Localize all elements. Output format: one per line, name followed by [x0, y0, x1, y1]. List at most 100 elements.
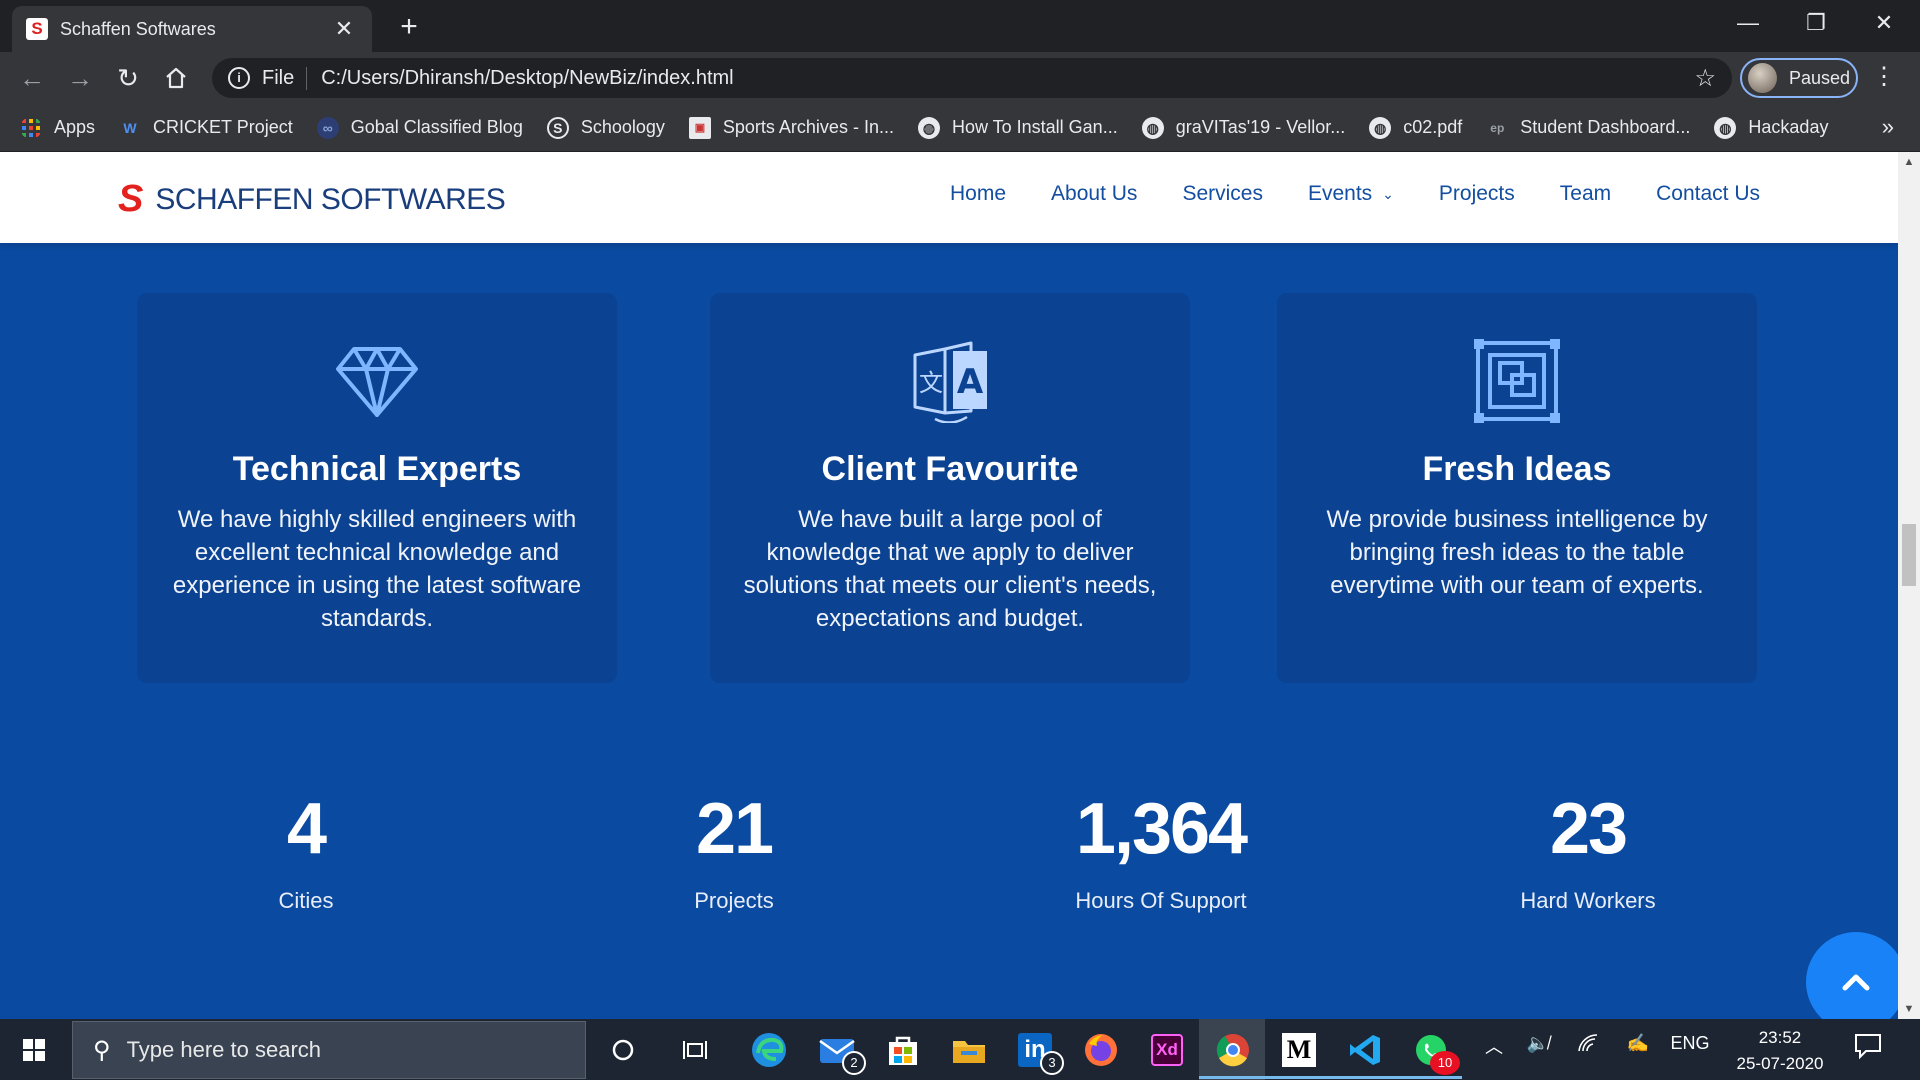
page-scrollbar[interactable]: ▲ ▼ [1898, 152, 1920, 1019]
logo-mark: S [118, 178, 144, 220]
pen-icon[interactable]: ✍ [1626, 1033, 1650, 1054]
nav-team[interactable]: Team [1560, 182, 1611, 206]
nav-services[interactable]: Services [1182, 182, 1263, 206]
feature-title: Technical Experts [232, 450, 522, 488]
browser-window: S Schaffen Softwares ✕ + — ❐ ✕ ← → ↻ i F… [0, 0, 1920, 1080]
bookmarks-bar: Apps W CRICKET Project ∞ Gobal Classifie… [0, 104, 1920, 152]
dashboard-icon: ep [1490, 120, 1505, 135]
notification-center-icon[interactable] [1852, 1033, 1884, 1065]
bookmark-hackaday[interactable]: ◍ Hackaday [1714, 116, 1828, 139]
feature-title: Fresh Ideas [1422, 450, 1612, 488]
stat-label: Hard Workers [1520, 888, 1656, 913]
close-window-button[interactable]: ✕ [1854, 4, 1914, 42]
bookmark-blog[interactable]: ∞ Gobal Classified Blog [316, 116, 523, 139]
stat-label: Cities [278, 888, 334, 913]
stat-item: 1,364 Hours Of Support [1011, 788, 1311, 914]
whatsapp-icon[interactable]: 10 [1410, 1029, 1460, 1075]
address-bar[interactable]: i File C:/Users/Dhiransh/Desktop/NewBiz/… [212, 58, 1732, 98]
whatsapp-running-indicator [1396, 1076, 1462, 1079]
windows-start-icon[interactable] [10, 1029, 58, 1071]
nav-events[interactable]: Events ⌄ [1308, 182, 1394, 206]
globe-icon: ◍ [917, 116, 940, 139]
tab-strip: S Schaffen Softwares ✕ + — ❐ ✕ [0, 0, 1920, 52]
globe-icon: ◍ [1141, 116, 1164, 139]
browser-tab[interactable]: S Schaffen Softwares ✕ [12, 6, 372, 52]
stat-value: 4 [286, 789, 327, 869]
adobe-xd-label: Xd [1151, 1034, 1183, 1066]
profile-button[interactable]: Paused [1740, 58, 1858, 98]
feature-description: We have built a large pool of knowledge … [743, 506, 1157, 632]
bookmark-schoology[interactable]: S Schoology [546, 116, 665, 139]
clock-time: 23:52 [1758, 1028, 1802, 1047]
bookmark-label: CRICKET Project [153, 117, 293, 137]
store-icon[interactable] [882, 1029, 924, 1071]
tab-close-icon[interactable]: ✕ [330, 16, 358, 42]
taskbar-search[interactable]: ⚲ Type here to search [72, 1021, 586, 1079]
more-bookmarks-icon[interactable]: » [1882, 114, 1894, 140]
main-nav: Home About Us Services Events ⌄ Projects… [905, 182, 1760, 206]
search-placeholder: Type here to search [126, 1037, 322, 1062]
site-logo[interactable]: S SCHAFFEN SOFTWARES [118, 178, 506, 221]
bookmark-label: Gobal Classified Blog [350, 117, 523, 137]
tray-chevron-up-icon[interactable]: ︿ [1482, 1033, 1506, 1059]
vscode-icon[interactable] [1344, 1029, 1386, 1071]
bookmark-star-icon[interactable]: ☆ [1694, 64, 1716, 93]
edge-icon[interactable] [748, 1029, 790, 1071]
diamond-icon [336, 347, 418, 417]
scroll-down-icon[interactable]: ▼ [1898, 999, 1920, 1019]
bookmark-label: c02.pdf [1403, 117, 1463, 137]
file-explorer-icon[interactable] [948, 1029, 990, 1071]
medium-icon[interactable]: M [1278, 1029, 1320, 1071]
nav-about-us[interactable]: About Us [1051, 182, 1137, 206]
bookmark-label: Apps [54, 117, 96, 137]
bookmark-cricket[interactable]: W CRICKET Project [119, 117, 293, 139]
stat-item: 21 Projects [584, 788, 884, 914]
windows-taskbar: ⚲ Type here to search 2 in 3 Xd M 10 ︿ 🔈… [0, 1019, 1920, 1080]
url-text[interactable]: C:/Users/Dhiransh/Desktop/NewBiz/index.h… [321, 67, 1694, 90]
chrome-icon[interactable] [1212, 1029, 1254, 1071]
network-icon[interactable] [1576, 1033, 1600, 1058]
volume-muted-icon[interactable]: 🔈̸ [1526, 1033, 1550, 1054]
bookmark-gan[interactable]: ◍ How To Install Gan... [917, 116, 1118, 139]
bookmark-apps[interactable]: Apps [20, 117, 95, 139]
home-icon[interactable] [158, 60, 194, 96]
cortana-icon[interactable] [602, 1029, 644, 1071]
language-indicator[interactable]: ENG [1670, 1033, 1710, 1054]
stat-label: Hours Of Support [1075, 888, 1247, 913]
svg-text:文: 文 [919, 369, 943, 397]
taskbar-clock[interactable]: 23:52 25-07-2020 [1718, 1025, 1842, 1077]
frame-icon [1474, 339, 1560, 423]
site-header: S SCHAFFEN SOFTWARES Home About Us Servi… [0, 152, 1898, 243]
linkedin-icon[interactable]: in 3 [1014, 1029, 1064, 1075]
firefox-icon[interactable] [1080, 1029, 1122, 1071]
restore-button[interactable]: ❐ [1786, 4, 1846, 42]
scroll-up-icon[interactable]: ▲ [1898, 152, 1920, 172]
bookmark-gravitas[interactable]: ◍ graVITas'19 - Vellor... [1141, 116, 1345, 139]
reload-icon[interactable]: ↻ [110, 60, 146, 96]
minimize-button[interactable]: — [1718, 4, 1778, 42]
nav-home[interactable]: Home [950, 182, 1006, 206]
task-view-icon[interactable] [674, 1029, 716, 1071]
nav-events-label: Events [1307, 182, 1373, 205]
back-to-top-button[interactable] [1806, 932, 1898, 1019]
medium-label: M [1282, 1033, 1316, 1067]
back-icon[interactable]: ← [14, 60, 50, 96]
scroll-thumb[interactable] [1902, 524, 1916, 586]
stat-item: 23 Hard Workers [1438, 788, 1738, 914]
new-tab-button[interactable]: + [392, 10, 426, 44]
feature-title: Client Favourite [821, 450, 1079, 488]
bookmark-sports[interactable]: ▣ Sports Archives - In... [688, 116, 894, 139]
stat-value: 1,364 [1075, 789, 1248, 869]
mail-icon[interactable]: 2 [816, 1029, 866, 1075]
globe-icon: ◍ [1369, 116, 1392, 139]
adobe-xd-icon[interactable]: Xd [1146, 1029, 1188, 1071]
translate-icon: A 文 [913, 341, 987, 424]
nav-projects[interactable]: Projects [1439, 182, 1515, 206]
forward-icon[interactable]: → [62, 60, 98, 96]
info-icon[interactable]: i [228, 67, 250, 89]
menu-kebab-icon[interactable]: ⋮ [1872, 62, 1896, 91]
bookmark-c02[interactable]: ◍ c02.pdf [1369, 116, 1463, 139]
nav-contact-us[interactable]: Contact Us [1656, 182, 1760, 206]
schoology-icon: S [546, 116, 569, 139]
bookmark-dashboard[interactable]: ep Student Dashboard... [1486, 117, 1690, 139]
